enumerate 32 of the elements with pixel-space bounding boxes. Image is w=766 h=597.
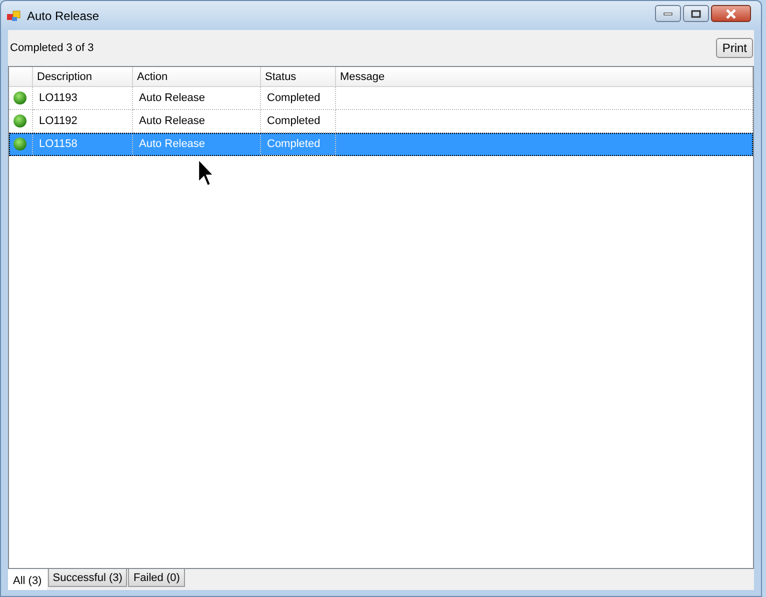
tab[interactable]: All (3) — [8, 569, 47, 590]
status-ball-icon — [13, 137, 27, 151]
column-header[interactable]: Action — [133, 67, 261, 87]
table-row[interactable]: LO1193 Auto Release Completed — [9, 87, 753, 110]
table-cell: Completed — [267, 115, 320, 127]
tab[interactable]: Failed (0) — [128, 569, 185, 587]
table-cell: Completed — [267, 92, 320, 104]
summary-text: Completed 3 of 3 — [10, 42, 94, 54]
mouse-pointer-icon — [197, 158, 215, 188]
column-header[interactable]: Status — [261, 67, 336, 87]
window-title: Auto Release — [27, 8, 100, 22]
table-cell: Auto Release — [139, 92, 206, 104]
maximize-button[interactable] — [683, 5, 709, 22]
column-header[interactable]: Message — [336, 67, 753, 87]
app-icon — [7, 10, 21, 22]
maximize-icon — [691, 10, 701, 18]
table-cell: LO1158 — [39, 138, 78, 150]
close-icon — [725, 8, 737, 18]
minimize-icon — [663, 12, 673, 16]
minimize-button[interactable] — [655, 5, 681, 22]
column-header[interactable]: Description — [33, 67, 133, 87]
tab[interactable]: Successful (3) — [48, 569, 128, 587]
status-ball-icon — [13, 91, 27, 105]
table-cell: Auto Release — [139, 138, 206, 150]
table-cell: Completed — [267, 138, 320, 150]
table-cell: LO1193 — [39, 92, 78, 104]
table-cell: LO1192 — [39, 115, 78, 127]
blank-column-header — [9, 67, 33, 87]
table-cell: Auto Release — [139, 115, 206, 127]
print-button[interactable]: Print — [716, 38, 753, 58]
close-button[interactable] — [711, 5, 751, 22]
status-ball-icon — [13, 114, 27, 128]
